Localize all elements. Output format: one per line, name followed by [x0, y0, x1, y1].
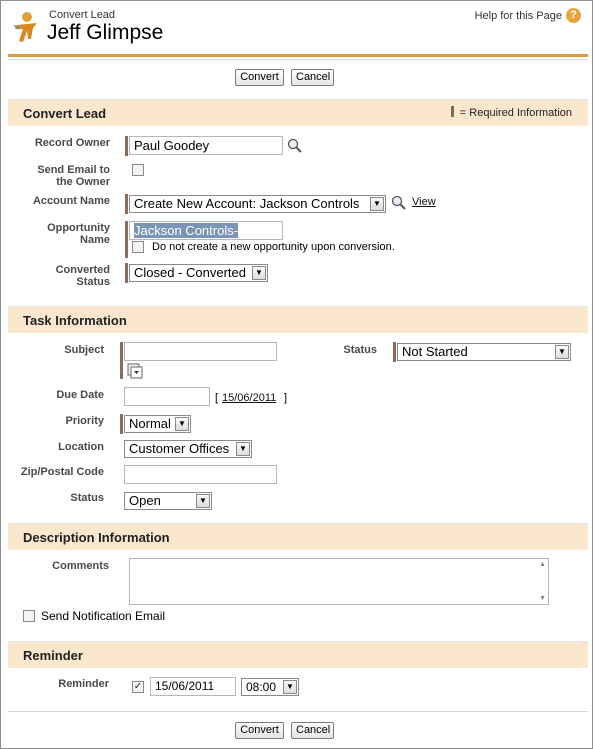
combobox-icon[interactable] [127, 363, 143, 379]
reminder-checkbox[interactable]: ✓ [132, 681, 144, 693]
comments-textarea[interactable]: ▲ ▼ [129, 558, 549, 605]
description-section-header: Description Information [8, 523, 588, 550]
subject-label: Subject [64, 344, 104, 356]
converted-status-label-line1: Converted [55, 264, 110, 276]
priority-select[interactable]: Normal ▼ [124, 415, 191, 433]
page-title: Jeff Glimpse [47, 21, 164, 44]
send-email-checkbox[interactable] [132, 164, 144, 176]
reminder-date-input[interactable]: 15/06/2011 [150, 677, 236, 696]
chevron-down-icon[interactable]: ▼ [175, 417, 189, 431]
required-marker [125, 194, 128, 214]
status-label: Status [343, 344, 377, 356]
opportunity-name-selected-text: Jackson Controls- [134, 223, 239, 238]
due-date-today-link[interactable]: 15/06/2011 [222, 392, 276, 404]
send-email-label: Send Email to the Owner [11, 164, 110, 188]
send-notification-checkbox[interactable] [23, 610, 35, 622]
task-open-status-value: Open [129, 493, 161, 508]
convert-button-top[interactable]: Convert [235, 69, 284, 86]
lead-person-icon [13, 12, 37, 42]
record-owner-label: Record Owner [34, 137, 110, 149]
zip-code-label: Zip/Postal Code [20, 466, 104, 478]
due-date-input[interactable] [124, 387, 210, 406]
task-open-status-label: Status [70, 492, 104, 504]
required-legend-text: = Required Information [459, 107, 572, 119]
header-subdivider [8, 59, 588, 60]
required-marker [393, 342, 396, 362]
chevron-down-icon[interactable]: ▼ [555, 345, 569, 359]
reminder-label: Reminder [58, 678, 109, 690]
converted-status-label: Converted Status [11, 264, 110, 288]
required-marker [125, 221, 128, 258]
required-marker [120, 342, 123, 379]
required-marker-icon [450, 106, 454, 117]
task-open-status-select[interactable]: Open ▼ [124, 492, 212, 510]
cancel-button-bottom[interactable]: Cancel [291, 722, 334, 739]
convert-lead-section-header: Convert Lead = Required Information [8, 99, 588, 126]
priority-value: Normal [129, 416, 171, 431]
question-icon[interactable]: ? [566, 8, 581, 23]
reminder-time-value: 08:00 [246, 680, 277, 694]
required-marker [120, 414, 123, 434]
comments-label: Comments [52, 560, 109, 572]
required-marker [125, 136, 128, 156]
opportunity-label-line2: Name [80, 234, 110, 246]
required-marker [125, 263, 128, 283]
lookup-icon[interactable] [287, 138, 303, 154]
scroll-up-icon[interactable]: ▲ [539, 561, 546, 568]
no-opportunity-label: Do not create a new opportunity upon con… [152, 241, 395, 253]
account-name-value: Create New Account: Jackson Controls [134, 196, 360, 211]
location-select[interactable]: Customer Offices ▼ [124, 440, 252, 458]
opportunity-name-input[interactable]: Jackson Controls- [129, 221, 283, 240]
scroll-down-icon[interactable]: ▼ [539, 595, 546, 602]
send-email-label-line1: Send Email to [37, 164, 110, 176]
account-name-select[interactable]: Create New Account: Jackson Controls ▼ [129, 195, 386, 213]
section-title-description: Description Information [23, 530, 170, 545]
converted-status-select[interactable]: Closed - Converted ▼ [129, 264, 268, 282]
record-owner-input[interactable]: Paul Goodey [129, 136, 283, 155]
converted-status-value: Closed - Converted [134, 265, 246, 280]
due-date-label: Due Date [56, 389, 104, 401]
section-title-task: Task Information [23, 313, 127, 328]
chevron-down-icon[interactable]: ▼ [252, 266, 266, 280]
section-title-reminder: Reminder [23, 648, 83, 663]
task-status-value: Not Started [402, 344, 468, 359]
bracket-close: ] [284, 392, 288, 404]
view-account-link[interactable]: View [412, 196, 436, 208]
chevron-down-icon[interactable]: ▼ [283, 680, 297, 694]
bracket-open: [ [215, 392, 219, 404]
required-legend: = Required Information [450, 106, 572, 119]
subject-input[interactable] [124, 342, 277, 361]
no-opportunity-checkbox[interactable] [132, 241, 144, 253]
section-title-convert-lead: Convert Lead [23, 106, 107, 121]
chevron-down-icon[interactable]: ▼ [196, 494, 210, 508]
reminder-section-header: Reminder [8, 641, 588, 668]
zip-code-input[interactable] [124, 465, 277, 484]
task-status-select[interactable]: Not Started ▼ [397, 343, 571, 361]
send-email-label-line2: the Owner [56, 176, 110, 188]
page-subtitle: Convert Lead [49, 9, 116, 21]
reminder-time-select[interactable]: 08:00 ▼ [241, 678, 299, 696]
converted-status-label-line2: Status [76, 276, 110, 288]
chevron-down-icon[interactable]: ▼ [236, 442, 250, 456]
location-label: Location [58, 441, 104, 453]
convert-lead-page: Convert Lead Jeff Glimpse Help for this … [0, 0, 593, 749]
footer-divider [8, 711, 588, 712]
location-value: Customer Offices [129, 441, 230, 456]
header-divider [8, 54, 588, 57]
chevron-down-icon[interactable]: ▼ [370, 197, 384, 211]
opportunity-name-label: Opportunity Name [11, 222, 110, 246]
cancel-button-top[interactable]: Cancel [291, 69, 334, 86]
help-link[interactable]: Help for this Page [475, 10, 562, 22]
lookup-icon[interactable] [391, 195, 407, 211]
opportunity-label-line1: Opportunity [47, 222, 110, 234]
convert-button-bottom[interactable]: Convert [235, 722, 284, 739]
account-name-label: Account Name [32, 195, 110, 207]
send-notification-label: Send Notification Email [41, 609, 166, 623]
task-section-header: Task Information [8, 306, 588, 333]
priority-label: Priority [65, 415, 104, 427]
